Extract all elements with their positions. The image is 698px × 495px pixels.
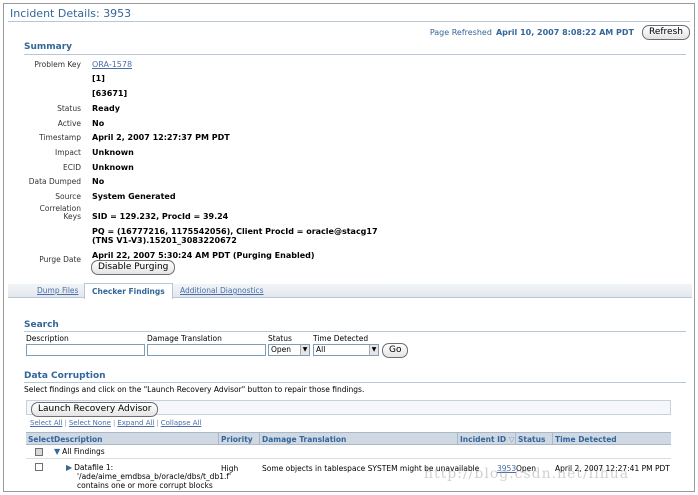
search-heading: Search [24,320,59,330]
column-divider [457,433,458,445]
dropdown-arrow-icon: ▼ [369,345,378,355]
collapse-all-link[interactable]: Collapse All [161,419,202,427]
row-select-checkbox[interactable] [35,463,43,471]
finding-desc-line2: '/ade/aime_emdbsa_b/oracle/dbs/t_db1.f' [77,472,232,481]
detail-tabs: Dump Files Checker Findings Additional D… [8,283,692,299]
link-separator: | [112,419,116,427]
source-value: System Generated [92,192,176,201]
data-corruption-instructions: Select findings and click on the "Launch… [24,385,365,394]
sort-descending-icon: ▽ [508,435,515,444]
search-damage-label: Damage Translation [147,334,222,343]
search-time-value: All [316,345,326,354]
ecid-label: ECID [63,163,81,172]
refresh-button[interactable]: Refresh [642,25,690,40]
finding-priority: High [221,464,239,473]
column-time-detected[interactable]: Time Detected [555,435,617,444]
page-title: Incident Details: 3953 [10,7,132,20]
data-dumped-label: Data Dumped [28,177,81,186]
finding-desc-line3: contains one or more corrupt blocks [77,481,213,490]
dropdown-arrow-icon: ▼ [300,345,309,355]
column-divider [552,433,553,445]
column-description[interactable]: Description [54,435,103,444]
incident-details-page: Incident Details: 3953 Page Refreshed Ap… [3,3,695,492]
summary-heading: Summary [24,42,73,52]
column-divider [515,433,516,445]
problem-key-label: Problem Key [34,60,81,69]
search-damage-input[interactable] [147,344,266,356]
column-incident-id-label: Incident ID [460,435,507,444]
purge-date-label: Purge Date [39,255,81,264]
column-damage-translation[interactable]: Damage Translation [262,435,346,444]
refresh-bar: Page Refreshed April 10, 2007 8:08:22 AM… [430,25,690,40]
purge-date-value: April 22, 2007 5:30:24 AM PDT (Purging E… [92,251,315,260]
status-label: Status [57,104,81,113]
correlation-label-line2: Keys [63,212,81,221]
correlation-line3: (TNS V1-V3).15201_3083220672 [92,236,237,245]
timestamp-label: Timestamp [39,133,81,142]
link-separator: | [156,419,159,427]
finding-desc-line1: Datafile 1: [74,463,114,472]
ecid-value: Unknown [92,163,134,172]
column-select: Select [28,435,55,444]
active-value: No [92,119,105,128]
timestamp-value: April 2, 2007 12:27:37 PM PDT [92,133,230,142]
tab-dump-files[interactable]: Dump Files [37,286,78,295]
all-findings-checkbox[interactable] [35,448,43,456]
search-description-input[interactable] [26,344,145,356]
finding-description[interactable]: ▶ Datafile 1: [66,463,113,472]
problem-key-link[interactable]: ORA-1578 [92,60,132,69]
findings-table-header: Select Description Priority Damage Trans… [26,432,671,445]
impact-label: Impact [55,148,81,157]
all-findings-label[interactable]: ▼ All Findings [54,447,105,456]
tab-additional-diagnostics[interactable]: Additional Diagnostics [180,286,264,295]
disable-purging-button[interactable]: Disable Purging [91,260,176,275]
summary-divider [24,54,686,55]
page-refreshed-label: Page Refreshed [429,28,492,37]
correlation-line1: SID = 129.232, ProcId = 39.24 [92,212,229,221]
search-status-label: Status [268,334,292,343]
search-description-label: Description [26,334,69,343]
search-status-value: Open [271,345,292,354]
search-time-label: Time Detected [313,334,369,343]
correlation-line2: PQ = (16777216, 1175542056), Client Proc… [92,227,378,236]
link-separator: | [64,419,67,427]
column-incident-id[interactable]: Incident ID ▽ [460,435,515,444]
all-findings-text: All Findings [62,447,105,456]
collapse-triangle-icon: ▼ [54,447,61,456]
expand-all-link[interactable]: Expand All [117,419,154,427]
select-all-link[interactable]: Select All [30,419,63,427]
correlation-keys-label: Correlation Keys [40,205,81,221]
title-divider [8,21,690,22]
problem-key-line2: [1] [92,74,105,83]
column-divider [259,433,260,445]
selection-links: Select All | Select None | Expand All | Collap… [30,419,201,427]
page-refreshed-date: April 10, 2007 8:08:22 AM PDT [495,28,634,37]
expand-triangle-icon: ▶ [66,463,73,472]
findings-toolbar: Launch Recovery Advisor [26,400,671,417]
impact-value: Unknown [92,148,134,157]
column-divider [218,433,219,445]
status-value: Ready [92,104,120,113]
select-none-link[interactable]: Select None [69,419,111,427]
problem-key-line3: [63671] [92,89,128,98]
column-priority[interactable]: Priority [221,435,253,444]
tab-checker-findings[interactable]: Checker Findings [84,283,173,299]
active-label: Active [57,119,81,128]
source-label: Source [55,192,81,201]
search-status-select[interactable]: Open ▼ [268,344,310,356]
watermark: http://blog.csdn.net/lihua [424,466,630,482]
search-time-select[interactable]: All ▼ [313,344,379,356]
search-divider [24,331,686,332]
data-dumped-value: No [92,177,105,186]
go-button[interactable]: Go [382,343,409,358]
data-corruption-divider [24,382,686,383]
column-status[interactable]: Status [518,435,545,444]
launch-recovery-advisor-button[interactable]: Launch Recovery Advisor [31,402,159,417]
all-findings-row: ▼ All Findings [26,445,671,459]
data-corruption-heading: Data Corruption [24,371,106,381]
